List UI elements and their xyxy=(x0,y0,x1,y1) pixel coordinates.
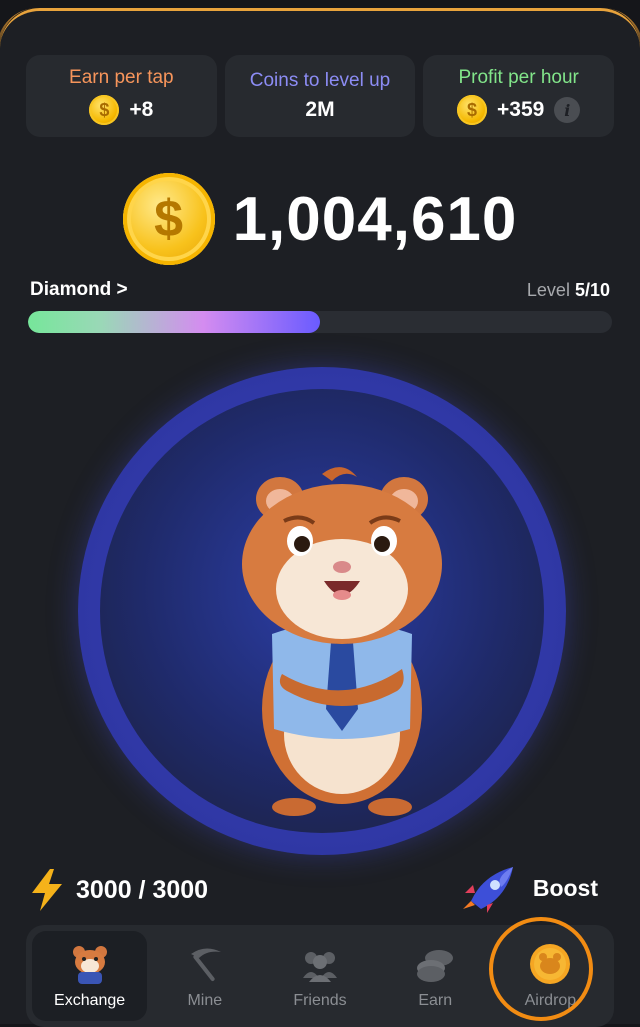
nav-label: Friends xyxy=(293,992,347,1009)
app-frame: Earn per tap $ +8 Coins to level up 2M P… xyxy=(0,8,640,1027)
nav-mine[interactable]: Mine xyxy=(147,931,262,1021)
stat-value: +8 xyxy=(129,98,154,121)
boost-label: Boost xyxy=(532,874,598,901)
nav-airdrop[interactable]: Airdrop xyxy=(488,917,608,1021)
nav-label: Mine xyxy=(187,992,223,1009)
tap-area[interactable] xyxy=(78,367,566,855)
earn-per-tap-card[interactable]: Earn per tap $ +8 xyxy=(26,55,217,137)
nav-exchange[interactable]: Exchange xyxy=(32,931,148,1021)
level-label: Level xyxy=(526,279,575,300)
level-progress-bar xyxy=(28,311,612,333)
nav-earn[interactable]: Earn xyxy=(378,931,493,1021)
coins-icon xyxy=(413,942,457,986)
profit-per-hour-card[interactable]: Profit per hour $ +359 i xyxy=(423,55,615,137)
energy-value: 3000 / 3000 xyxy=(76,875,209,904)
pickaxe-icon xyxy=(183,942,227,986)
level-indicator: Level 5/10 xyxy=(527,280,610,301)
stat-value: 2M xyxy=(305,98,335,121)
level-value: 5/10 xyxy=(574,279,610,300)
hamster-icon xyxy=(68,942,112,986)
stat-value: +359 xyxy=(497,98,545,121)
big-coin-icon: $ xyxy=(122,173,215,265)
coins-to-level-up-card[interactable]: Coins to level up 2M xyxy=(224,55,416,137)
league-link[interactable]: Diamond > xyxy=(30,279,128,301)
nav-label: Exchange xyxy=(54,992,126,1009)
level-row: Diamond > Level 5/10 xyxy=(30,279,610,301)
stat-label: Profit per hour xyxy=(458,67,579,88)
bottom-nav: Exchange Mine Friends Earn Airdrop xyxy=(26,917,614,1027)
coin-icon: $ xyxy=(457,95,488,125)
coin-icon: $ xyxy=(89,95,120,125)
energy-indicator: 3000 / 3000 xyxy=(30,869,208,911)
stat-label: Coins to level up xyxy=(249,70,391,91)
level-progress-fill xyxy=(28,311,320,333)
nav-friends[interactable]: Friends xyxy=(262,931,377,1021)
nav-label: Earn xyxy=(418,992,453,1009)
stat-label: Earn per tap xyxy=(69,67,174,88)
rocket-icon xyxy=(462,867,513,913)
balance-display: $ 1,004,610 xyxy=(0,173,640,265)
hamster-character-icon xyxy=(242,467,442,816)
boost-button[interactable]: Boost xyxy=(461,863,598,913)
lightning-icon xyxy=(32,869,62,911)
info-icon[interactable]: i xyxy=(554,97,581,123)
balance-value: 1,004,610 xyxy=(232,184,518,254)
tap-circle xyxy=(100,389,544,833)
highlight-ring xyxy=(488,917,593,1021)
friends-icon xyxy=(298,942,342,986)
stats-bar: Earn per tap $ +8 Coins to level up 2M P… xyxy=(26,55,615,137)
